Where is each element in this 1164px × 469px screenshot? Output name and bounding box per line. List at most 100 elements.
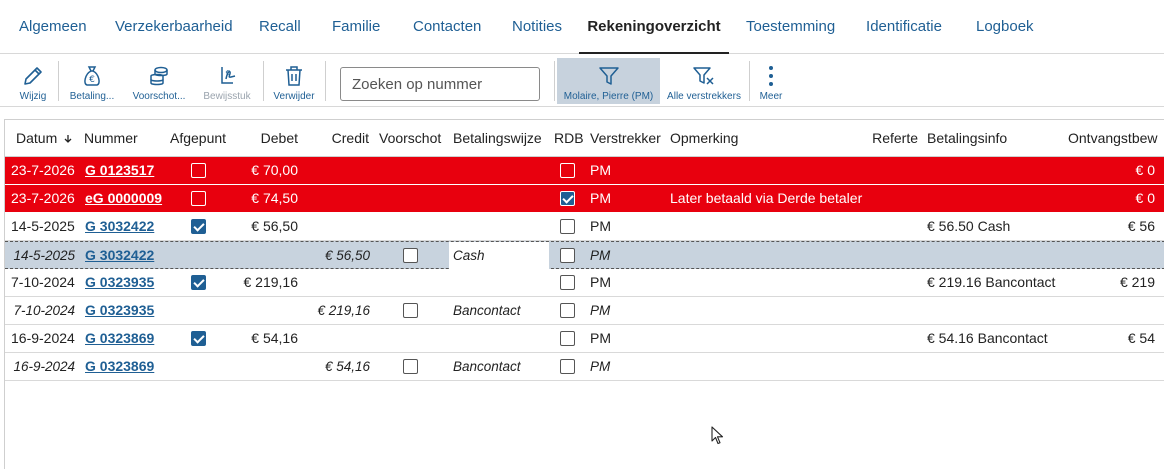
cell-debet: € 70,00 <box>251 162 298 178</box>
advance-button[interactable]: Voorschot... <box>129 58 189 104</box>
cell-verstrekker: PM <box>590 190 611 206</box>
cell-betalingswijze: Bancontact <box>453 303 521 318</box>
rdb-checkbox[interactable] <box>560 248 575 263</box>
invoice-number-link[interactable]: G 0323869 <box>85 330 154 346</box>
receipt-signature-icon: € <box>221 67 236 84</box>
cell-ontvangstbewijs: € 0 <box>1135 162 1155 178</box>
column-header-betalingswijze[interactable]: Betalingswijze <box>453 120 542 156</box>
cell-betalingsinfo: € 54.16 Bancontact <box>927 330 1048 346</box>
cell-datum: 14-5-2025 <box>13 248 75 263</box>
all-providers-button[interactable]: Alle verstrekkers <box>666 58 742 104</box>
toolbar-divider <box>263 61 264 101</box>
column-header-referte[interactable]: Referte <box>845 120 918 156</box>
tab-verzekerbaarheid[interactable]: Verzekerbaarheid <box>115 0 233 53</box>
filter-clear-icon <box>693 67 714 85</box>
tab-logboek[interactable]: Logboek <box>976 0 1034 53</box>
rdb-checkbox[interactable] <box>560 331 575 346</box>
cell-debet <box>235 242 298 269</box>
cell-datum: 23-7-2026 <box>11 190 75 206</box>
tab-familie[interactable]: Familie <box>332 0 380 53</box>
afgepunt-checkbox[interactable] <box>191 219 206 234</box>
column-header-betalingsinfo[interactable]: Betalingsinfo <box>927 120 1007 156</box>
invoice-number-link[interactable]: G 3032422 <box>85 247 154 263</box>
invoice-row[interactable]: 23-7-2026 G 0123517 € 70,00 PM € 0 <box>5 157 1164 185</box>
rdb-checkbox[interactable] <box>560 163 575 178</box>
payment-row[interactable]: 7-10-2024 G 0323935 € 219,16 Bancontact PM <box>5 297 1164 325</box>
afgepunt-checkbox[interactable] <box>191 163 206 178</box>
cell-verstrekker: PM <box>590 218 611 234</box>
delete-button[interactable]: Verwijder <box>271 58 317 104</box>
voorschot-checkbox[interactable] <box>403 303 418 318</box>
cell-debet: € 54,16 <box>251 330 298 346</box>
sort-down-arrow-icon <box>64 135 72 144</box>
cell-betalingswijze <box>453 269 549 296</box>
tab-algemeen[interactable]: Algemeen <box>19 0 87 53</box>
invoice-number-link[interactable]: eG 0000009 <box>85 190 162 206</box>
column-header-opmerking[interactable]: Opmerking <box>670 120 738 156</box>
column-header-verstrekker[interactable]: Verstrekker <box>590 120 661 156</box>
column-header-credit[interactable]: Credit <box>305 120 369 156</box>
column-header-datum[interactable]: Datum <box>16 120 72 156</box>
coin-stack-icon <box>150 66 168 86</box>
cell-credit <box>300 213 370 240</box>
cell-betalingswijze: Cash <box>453 248 485 263</box>
rdb-checkbox[interactable] <box>560 359 575 374</box>
voorschot-checkbox[interactable] <box>403 248 418 263</box>
payment-button[interactable]: € Betaling... <box>66 58 118 104</box>
receipt-button[interactable]: € Bewijsstuk <box>200 58 254 104</box>
tab-notities[interactable]: Notities <box>512 0 562 53</box>
cell-debet: € 219,16 <box>243 274 299 290</box>
tab-contacten[interactable]: Contacten <box>413 0 481 53</box>
cell-credit <box>300 157 370 184</box>
more-button[interactable]: Meer <box>754 58 788 104</box>
cell-ontvangstbewijs <box>1068 297 1155 324</box>
tab-rekeningoverzicht[interactable]: Rekeningoverzicht <box>579 0 729 54</box>
cell-ontvangstbewijs <box>1068 242 1155 269</box>
voorschot-checkbox[interactable] <box>403 359 418 374</box>
tab-identificatie[interactable]: Identificatie <box>866 0 942 53</box>
svg-text:€: € <box>89 75 95 85</box>
tab-recall[interactable]: Recall <box>259 0 301 53</box>
afgepunt-checkbox[interactable] <box>191 191 206 206</box>
invoice-number-link[interactable]: G 0323869 <box>85 358 154 374</box>
afgepunt-checkbox[interactable] <box>191 275 206 290</box>
cell-debet: € 74,50 <box>251 190 298 206</box>
column-header-debet[interactable]: Debet <box>235 120 298 156</box>
cell-opmerking <box>670 353 920 380</box>
money-bag-icon: € <box>84 66 100 86</box>
pencil-icon <box>24 67 42 85</box>
invoice-number-link[interactable]: G 3032422 <box>85 218 154 234</box>
invoice-number-link[interactable]: G 0323935 <box>85 302 154 318</box>
cell-credit <box>300 325 370 352</box>
rdb-checkbox[interactable] <box>560 219 575 234</box>
column-header-datum-label: Datum <box>16 130 58 146</box>
column-header-ontvangstbewijs[interactable]: Ontvangstbew <box>1068 120 1158 156</box>
provider-filter-button[interactable]: Molaire, Pierre (PM) <box>557 58 660 104</box>
payment-row[interactable]: 16-9-2024 G 0323869 € 54,16 Bancontact PM <box>5 353 1164 381</box>
cell-datum: 16-9-2024 <box>11 330 75 346</box>
invoice-number-link[interactable]: G 0323935 <box>85 274 154 290</box>
edit-button[interactable]: Wijzig <box>13 58 53 104</box>
cell-betalingsinfo <box>927 242 1067 269</box>
cell-ontvangstbewijs: € 56 <box>1127 218 1155 234</box>
filter-icon <box>598 67 619 85</box>
tab-toestemming[interactable]: Toestemming <box>746 0 835 53</box>
rdb-checkbox[interactable] <box>560 303 575 318</box>
column-header-nummer[interactable]: Nummer <box>84 120 138 156</box>
rdb-checkbox[interactable] <box>560 275 575 290</box>
rdb-checkbox[interactable] <box>560 191 575 206</box>
invoice-row[interactable]: 23-7-2026 eG 0000009 € 74,50 PM Later betaal… <box>5 185 1164 213</box>
column-header-rdb[interactable]: RDB <box>554 120 584 156</box>
invoice-number-link[interactable]: G 0123517 <box>85 162 154 178</box>
afgepunt-checkbox[interactable] <box>191 331 206 346</box>
search-input[interactable] <box>340 67 540 101</box>
cell-debet <box>235 353 298 380</box>
invoice-row[interactable]: 14-5-2025 G 3032422 € 56,50 PM € 56.50 Cash €… <box>5 213 1164 241</box>
receipt-button-label: Bewijsstuk <box>203 91 251 102</box>
payment-row[interactable]: 14-5-2025 G 3032422 € 56,50 Cash PM <box>5 241 1164 269</box>
column-header-voorschot[interactable]: Voorschot <box>379 120 441 156</box>
column-header-afgepunt[interactable]: Afgepunt <box>170 120 226 156</box>
invoice-row[interactable]: 7-10-2024 G 0323935 € 219,16 PM € 219.16 Ban… <box>5 269 1164 297</box>
cell-datum: 14-5-2025 <box>11 218 75 234</box>
invoice-row[interactable]: 16-9-2024 G 0323869 € 54,16 PM € 54.16 Banco… <box>5 325 1164 353</box>
